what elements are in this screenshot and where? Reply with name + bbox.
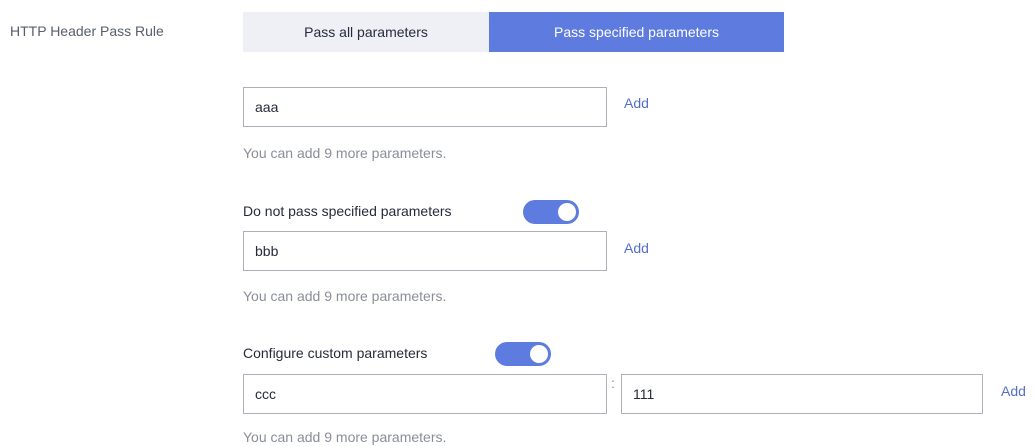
custom-parameter-value-input[interactable] [621,374,983,414]
custom-parameter-key-input[interactable] [243,374,607,414]
key-value-separator: : [611,375,615,391]
toggle-knob [530,345,548,363]
pass-specified-parameters-option[interactable]: Pass specified parameters [489,12,784,52]
custom-parameter-hint: You can add 9 more parameters. [243,429,447,445]
pass-parameter-add-link[interactable]: Add [624,95,649,111]
do-not-pass-parameter-input[interactable] [243,231,607,271]
http-header-pass-rule-label: HTTP Header Pass Rule [10,23,164,39]
do-not-pass-toggle-label: Do not pass specified parameters [243,203,452,219]
do-not-pass-add-link[interactable]: Add [624,240,649,256]
pass-all-parameters-option[interactable]: Pass all parameters [243,12,489,52]
toggle-knob [558,203,576,221]
pass-parameter-input[interactable] [243,87,607,127]
custom-parameter-add-link[interactable]: Add [1001,383,1026,399]
custom-parameters-toggle-switch[interactable] [495,342,551,366]
custom-parameters-toggle-label: Configure custom parameters [243,345,428,361]
pass-parameter-hint: You can add 9 more parameters. [243,145,447,161]
http-header-pass-rule-form: HTTP Header Pass Rule Pass all parameter… [0,0,1035,446]
do-not-pass-toggle-switch[interactable] [523,200,579,224]
do-not-pass-hint: You can add 9 more parameters. [243,288,447,304]
